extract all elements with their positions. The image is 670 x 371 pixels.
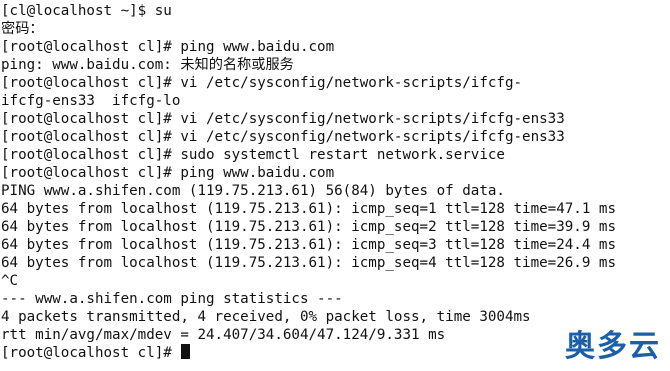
terminal-line: 64 bytes from localhost (119.75.213.61):… <box>1 201 616 217</box>
terminal-line: [root@localhost cl]# sudo systemctl rest… <box>1 147 505 163</box>
terminal-cursor <box>181 344 191 359</box>
terminal-prompt: [root@localhost cl]# <box>1 345 181 361</box>
terminal-line: ping: www.baidu.com: 未知的名称或服务 <box>1 57 294 73</box>
terminal-line: --- www.a.shifen.com ping statistics --- <box>1 291 343 307</box>
terminal-line: 64 bytes from localhost (119.75.213.61):… <box>1 237 616 253</box>
terminal-line: ^C <box>1 273 19 289</box>
terminal-line: [root@localhost cl]# ping www.baidu.com <box>1 165 335 181</box>
terminal-line: [root@localhost cl]# vi /etc/sysconfig/n… <box>1 75 523 91</box>
terminal-line: [root@localhost cl]# vi /etc/sysconfig/n… <box>1 111 565 127</box>
terminal-line: [root@localhost cl]# vi /etc/sysconfig/n… <box>1 129 565 145</box>
terminal-line: 密码： <box>1 21 44 37</box>
terminal-line: ifcfg-ens33 ifcfg-lo <box>1 93 181 109</box>
terminal-line: 64 bytes from localhost (119.75.213.61):… <box>1 219 616 235</box>
terminal-line: [root@localhost cl]# ping www.baidu.com <box>1 39 335 55</box>
terminal-line: PING www.a.shifen.com (119.75.213.61) 56… <box>1 183 505 199</box>
watermark-text: 奥多云 <box>565 329 661 364</box>
terminal-window[interactable]: [cl@localhost ~]$ su 密码： [root@localhost… <box>0 0 670 371</box>
terminal-line: [cl@localhost ~]$ su <box>1 3 172 19</box>
terminal-line: 64 bytes from localhost (119.75.213.61):… <box>1 255 616 271</box>
watermark-logo: 奥多云 <box>565 321 661 365</box>
